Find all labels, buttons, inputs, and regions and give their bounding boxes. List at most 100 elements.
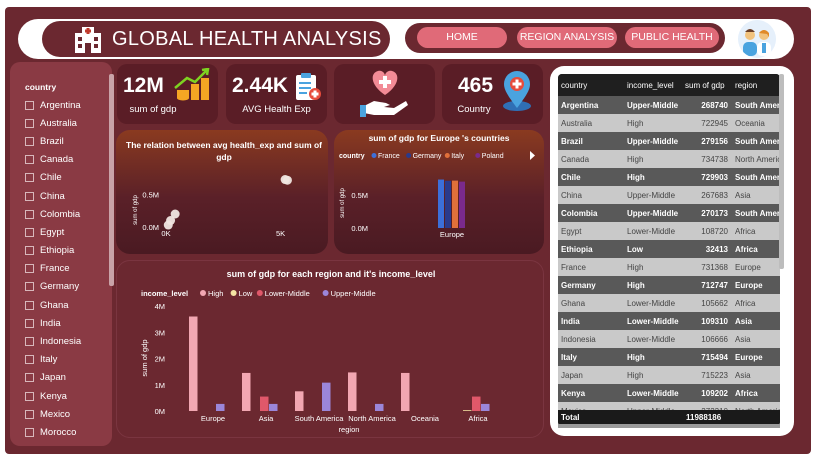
slicer-item[interactable]: Mexico (25, 405, 103, 423)
table-row[interactable]: ColombiaUpper-Middle270173South America (558, 204, 780, 222)
slicer-item[interactable]: Morocco (25, 423, 103, 441)
checkbox[interactable] (25, 264, 34, 274)
slicer-item-label: Japan (40, 372, 66, 384)
table-row[interactable]: BrazilUpper-Middle279156South America (558, 132, 780, 150)
table-vertical-scrollbar[interactable] (779, 74, 784, 269)
kpi-health-icon-card (334, 64, 435, 124)
checkbox[interactable] (25, 409, 34, 419)
checkbox[interactable] (25, 246, 34, 256)
column-header[interactable]: income_level (624, 74, 682, 96)
table-horizontal-scrollbar[interactable] (558, 424, 780, 428)
column-header[interactable]: sum of gdp (682, 74, 732, 96)
checkbox[interactable] (25, 191, 34, 201)
nav-public-health-button[interactable]: PUBLIC HEALTH (625, 27, 719, 48)
column-header[interactable]: region (732, 74, 780, 96)
table-row[interactable]: India Lower-Middle 109310 Asia (558, 312, 780, 330)
table-cell: Lower-Middle (624, 330, 682, 348)
nav-home-button[interactable]: HOME (417, 27, 507, 48)
checkbox[interactable] (25, 300, 34, 310)
checkbox[interactable] (25, 337, 34, 347)
table-cell: 270173 (682, 204, 732, 222)
slicer-item[interactable]: Argentina (25, 96, 103, 114)
checkbox[interactable] (25, 373, 34, 383)
slicer-item[interactable]: Kenya (25, 387, 103, 405)
checkbox[interactable] (25, 427, 34, 437)
slicer-item[interactable]: Australia (25, 114, 103, 132)
region-bar-chart: income_level High Low Lower-Middle Upper-Mid… (140, 289, 490, 434)
table-row[interactable]: Italy High 715494 Europe (558, 348, 780, 366)
x-tick-label: 5K (276, 229, 285, 238)
slicer-item[interactable]: Brazil (25, 132, 103, 150)
table-row[interactable]: CanadaHigh734738North America (558, 150, 780, 168)
kpi-value: 2.44K (232, 74, 289, 97)
checkbox[interactable] (25, 173, 34, 183)
table-row[interactable]: Ghana Lower-Middle 105662 Africa (558, 294, 780, 312)
slicer-item[interactable]: Italy (25, 351, 103, 369)
column-header[interactable]: country (558, 74, 624, 96)
heart-hand-icon (360, 70, 408, 117)
checkbox[interactable] (25, 282, 34, 292)
table-cell: Ethiopia (558, 240, 624, 258)
checkbox[interactable] (25, 136, 34, 146)
scatter-point (170, 209, 180, 219)
slicer-item[interactable]: Colombia (25, 205, 103, 223)
table-row[interactable]: ArgentinaUpper-Middle268740South America (558, 96, 780, 114)
slicer-item[interactable]: France (25, 260, 103, 278)
y-tick-label: 4M (155, 302, 165, 311)
slicer-item[interactable]: Germany (25, 278, 103, 296)
table-row[interactable]: Indonesia Lower-Middle 106666 Asia (558, 330, 780, 348)
table-cell: Japan (558, 366, 624, 384)
table-row[interactable]: ChileHigh729903South America (558, 168, 780, 186)
table-row[interactable]: Australia High 722945 Oceania (558, 114, 780, 132)
slicer-item-label: Ghana (40, 299, 69, 311)
legend-label: High (208, 289, 223, 298)
bar (295, 391, 304, 411)
legend-marker (371, 153, 377, 158)
checkbox[interactable] (25, 155, 34, 165)
legend-marker (444, 153, 450, 158)
slicer-item[interactable]: Indonesia (25, 332, 103, 350)
slicer-scrollbar[interactable] (109, 74, 114, 286)
legend-marker (406, 153, 412, 158)
slicer-item[interactable]: Ghana (25, 296, 103, 314)
checkbox[interactable] (25, 355, 34, 365)
table-cell: Germany (558, 276, 624, 294)
legend-marker (230, 290, 237, 296)
table-row[interactable]: Japan High 715223 Asia (558, 366, 780, 384)
checkbox[interactable] (25, 118, 34, 128)
legend-next-icon (530, 151, 535, 160)
y-tick-label: 3M (155, 328, 165, 337)
checkbox[interactable] (25, 209, 34, 219)
table-cell: South America (732, 204, 780, 222)
slicer-item[interactable]: Ethiopia (25, 242, 103, 260)
country-table: country income_level sum of gdp region Arge… (558, 74, 780, 426)
table-row[interactable]: China Upper-Middle 267683 Asia (558, 186, 780, 204)
x-tick-label: Africa (468, 414, 488, 423)
slicer-item[interactable]: China (25, 187, 103, 205)
checkbox[interactable] (25, 391, 34, 401)
checkbox[interactable] (25, 100, 34, 110)
table-cell: Asia (732, 186, 780, 204)
table-row[interactable]: Ethiopia Low 32413 Africa (558, 240, 780, 258)
table-row[interactable]: Germany High 712747 Europe (558, 276, 780, 294)
hospital-icon (75, 27, 101, 53)
table-cell: South America (732, 96, 780, 114)
slicer-item-label: France (40, 263, 70, 275)
table-row[interactable]: Kenya Lower-Middle 109202 Africa (558, 384, 780, 402)
x-tick-label: North America (348, 414, 396, 423)
legend-marker (322, 290, 329, 296)
slicer-item[interactable]: Canada (25, 151, 103, 169)
checkbox[interactable] (25, 318, 34, 328)
slicer-item-label: Argentina (40, 99, 81, 111)
y-tick-label: 0.0M (142, 223, 159, 232)
slicer-item[interactable]: Japan (25, 369, 103, 387)
nav-region-analysis-button[interactable]: REGION ANALYSIS (517, 27, 617, 48)
slicer-item[interactable]: India (25, 314, 103, 332)
table-row[interactable]: Egypt Lower-Middle 108720 Africa (558, 222, 780, 240)
table-cell: Lower-Middle (624, 384, 682, 402)
slicer-item[interactable]: Egypt (25, 223, 103, 241)
checkbox[interactable] (25, 227, 34, 237)
slicer-item[interactable]: Chile (25, 169, 103, 187)
table-row[interactable]: France High 731368 Europe (558, 258, 780, 276)
bar (269, 403, 278, 411)
